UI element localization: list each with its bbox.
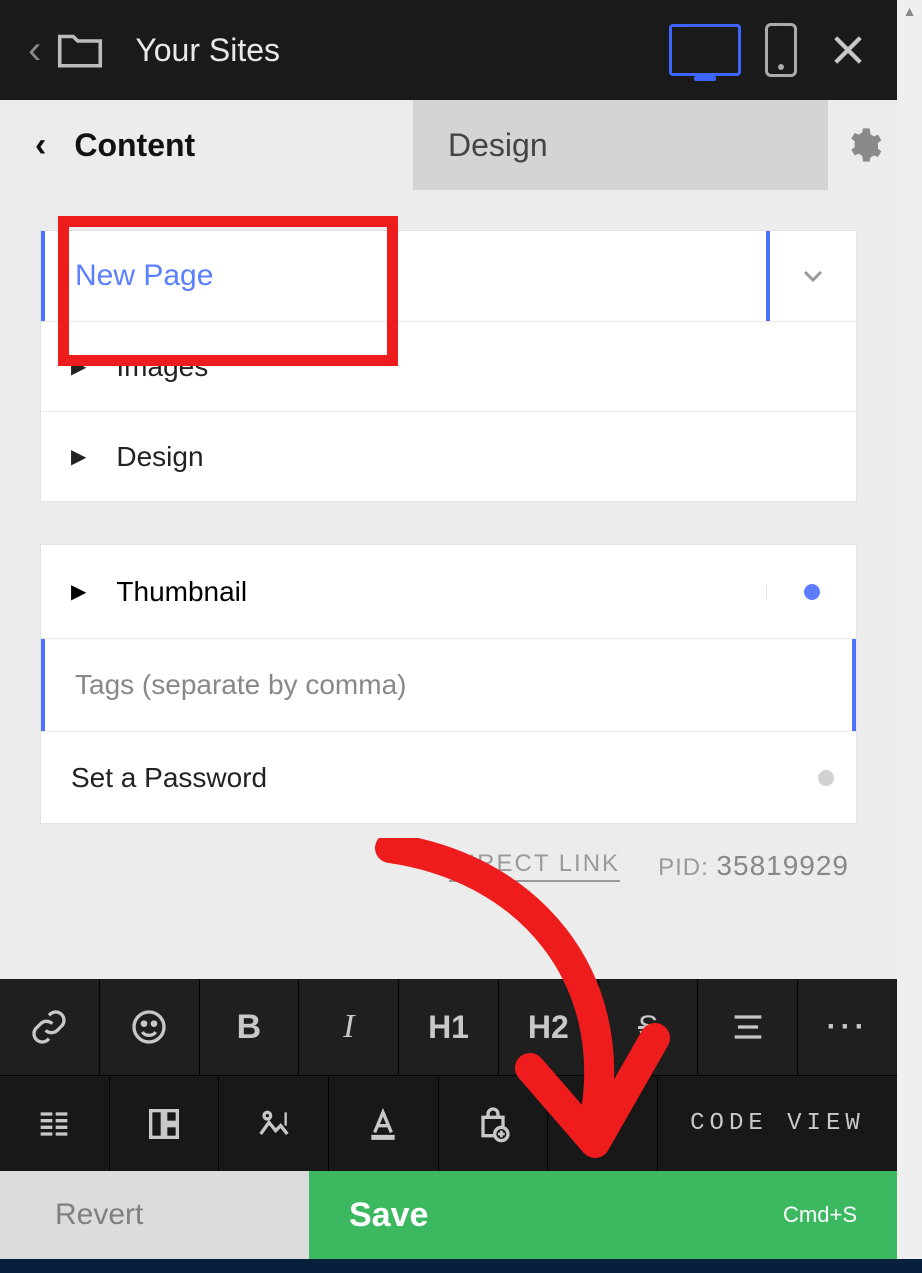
- italic-button[interactable]: I: [299, 979, 399, 1075]
- save-button[interactable]: Save Cmd+S: [309, 1171, 897, 1259]
- gear-icon: [843, 125, 883, 165]
- pid-label: PID: 35819929: [658, 850, 849, 882]
- section-images-label: Images: [116, 351, 208, 383]
- h2-button[interactable]: H2: [499, 979, 599, 1075]
- device-switcher: [669, 23, 797, 77]
- emoji-icon: [129, 1007, 169, 1047]
- tags-input[interactable]: [75, 669, 852, 701]
- link-icon: [29, 1007, 69, 1047]
- topbar: ‹ Your Sites: [0, 0, 897, 100]
- layout-icon: [144, 1104, 184, 1144]
- bag-plus-icon: [473, 1104, 513, 1144]
- action-bar: Revert Save Cmd+S: [0, 1171, 897, 1259]
- section-images[interactable]: ▶ Images: [41, 321, 856, 411]
- content-body: ▶ Images ▶ Design ▶ Thumbnail Set a Pass…: [0, 190, 897, 922]
- breadcrumb-title: Your Sites: [135, 32, 669, 69]
- section-design[interactable]: ▶ Design: [41, 411, 856, 501]
- abc-slug-icon: ABC: [583, 1104, 623, 1144]
- scroll-up-icon[interactable]: ▲: [897, 0, 922, 22]
- triangle-right-icon: ▶: [71, 444, 86, 469]
- scrollbar[interactable]: ▲: [897, 0, 922, 1259]
- h1-button[interactable]: H1: [399, 979, 499, 1075]
- page-title-row: [41, 231, 856, 321]
- page-panel: ▶ Images ▶ Design: [40, 230, 857, 502]
- link-button[interactable]: [0, 979, 100, 1075]
- direct-link[interactable]: DIRECT LINK: [449, 850, 620, 882]
- editor-panel: ‹ Your Sites ‹ Content Design: [0, 0, 897, 1259]
- revert-label: Revert: [55, 1198, 143, 1232]
- section-design-label: Design: [116, 441, 203, 473]
- more-button[interactable]: ···: [798, 979, 897, 1075]
- code-view-button[interactable]: CODE VIEW: [658, 1076, 897, 1171]
- toolbar-row-1: B I H1 H2 S ···: [0, 979, 897, 1075]
- tab-design[interactable]: Design: [413, 100, 827, 190]
- chevron-left-icon: ‹: [35, 126, 46, 165]
- columns-button[interactable]: [0, 1076, 110, 1171]
- tab-design-label: Design: [448, 127, 548, 164]
- text-color-icon: [363, 1104, 403, 1144]
- triangle-right-icon: ▶: [71, 579, 86, 604]
- slug-button[interactable]: ABC: [548, 1076, 658, 1171]
- status-dot-icon: [818, 770, 834, 786]
- bold-button[interactable]: B: [200, 979, 300, 1075]
- strike-button[interactable]: S: [599, 979, 699, 1075]
- password-label: Set a Password: [71, 762, 267, 794]
- tabs: ‹ Content Design: [0, 100, 897, 190]
- status-dot-icon: [804, 584, 820, 600]
- insert-button[interactable]: [439, 1076, 549, 1171]
- image-cursor-icon: [254, 1104, 294, 1144]
- settings-button[interactable]: [827, 100, 897, 190]
- close-icon[interactable]: [827, 29, 869, 71]
- columns-icon: [34, 1104, 74, 1144]
- folder-icon[interactable]: [53, 23, 107, 77]
- toolbar-row-2: ABC CODE VIEW: [0, 1075, 897, 1171]
- format-toolbars: B I H1 H2 S ···: [0, 979, 897, 1171]
- tags-row: [41, 639, 856, 731]
- thumbnail-label: Thumbnail: [116, 576, 247, 608]
- thumbnail-row[interactable]: ▶ Thumbnail: [41, 545, 856, 639]
- desktop-view-icon[interactable]: [669, 24, 741, 76]
- triangle-right-icon: ▶: [71, 354, 86, 379]
- page-title-input[interactable]: [75, 259, 766, 293]
- align-icon: [728, 1007, 768, 1047]
- align-button[interactable]: [698, 979, 798, 1075]
- thumbnail-status: [766, 584, 856, 600]
- meta-links: DIRECT LINK PID: 35819929: [40, 850, 857, 882]
- layout-button[interactable]: [110, 1076, 220, 1171]
- meta-panel: ▶ Thumbnail Set a Password: [40, 544, 857, 824]
- tab-content-label: Content: [74, 127, 195, 164]
- mobile-view-icon[interactable]: [765, 23, 797, 77]
- page-title-field-wrap: [41, 231, 766, 321]
- image-text-button[interactable]: [219, 1076, 329, 1171]
- text-color-button[interactable]: [329, 1076, 439, 1171]
- back-chevron-icon[interactable]: ‹: [28, 28, 41, 73]
- chevron-down-icon: [797, 260, 829, 292]
- emoji-button[interactable]: [100, 979, 200, 1075]
- tab-content[interactable]: ‹ Content: [0, 100, 413, 190]
- password-row[interactable]: Set a Password: [41, 731, 856, 823]
- taskbar-strip: [0, 1259, 922, 1273]
- svg-text:ABC: ABC: [591, 1112, 614, 1124]
- save-shortcut: Cmd+S: [783, 1202, 857, 1228]
- page-expand-toggle[interactable]: [766, 231, 856, 321]
- revert-button[interactable]: Revert: [0, 1171, 309, 1259]
- save-label: Save: [349, 1196, 428, 1235]
